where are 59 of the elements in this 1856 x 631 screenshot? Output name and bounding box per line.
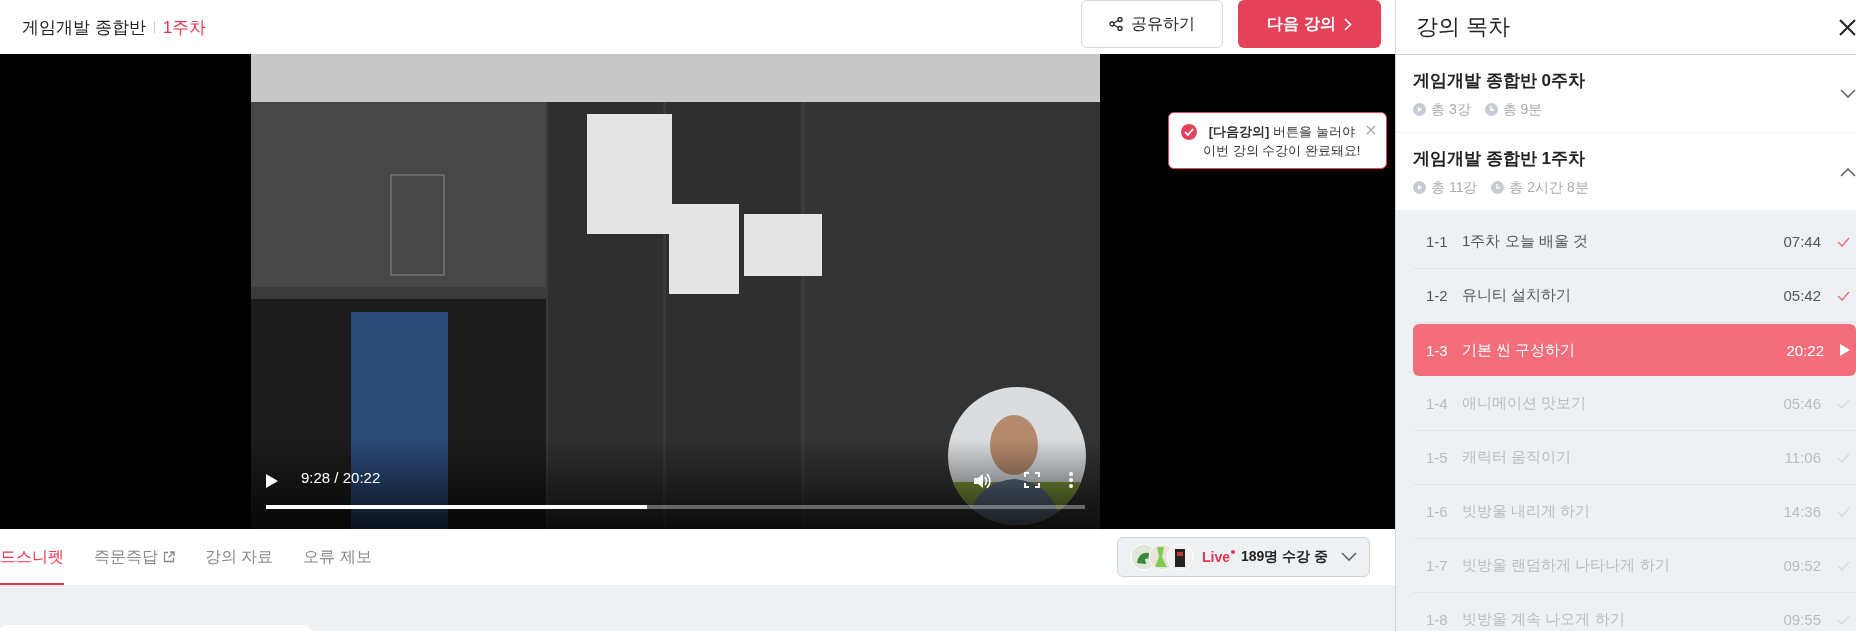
play-icon (1840, 344, 1850, 356)
tab[interactable]: 즉문즉답 (94, 529, 175, 585)
lecture-number: 1-2 (1426, 287, 1449, 304)
viewer-count: 189명 수강 중 (1241, 548, 1329, 566)
play-circle-icon (1413, 103, 1426, 116)
lecture-duration: 20:22 (1786, 341, 1824, 359)
total-duration: 총 9분 (1484, 100, 1543, 119)
live-viewers-button[interactable]: Live 189명 수강 중 (1117, 537, 1370, 577)
lecture-number: 1-8 (1426, 611, 1449, 628)
lecture-title: 캐릭터 움직이기 (1462, 448, 1573, 467)
lecture-count: 총 11강 (1413, 178, 1478, 197)
close-icon[interactable] (1839, 18, 1856, 36)
clock-icon (1484, 103, 1498, 116)
lecture-number: 1-7 (1426, 557, 1449, 574)
avatar-group-icon (1130, 543, 1196, 571)
chevron-up-icon (1840, 166, 1856, 177)
lecture-item[interactable]: 1-3 기본 씬 구성하기 20:22 (1413, 324, 1856, 376)
lecture-duration: 05:42 (1783, 287, 1821, 304)
chevron-right-icon (1343, 17, 1352, 31)
tooltip-text: [다음강의] 버튼을 눌러야 이번 강의 수강이 완료돼요! (1203, 123, 1361, 160)
lecture-duration: 14:36 (1783, 503, 1821, 520)
chevron-down-icon (1840, 88, 1856, 99)
section-header[interactable]: 게임개발 종합반 0주차 총 3강 총 9분 (1396, 55, 1856, 133)
lecture-duration: 09:52 (1783, 557, 1821, 574)
lecture-title: 빗방울 계속 나오게 하기 (1462, 610, 1626, 629)
week-label: 1주차 (162, 16, 207, 39)
lecture-title: 기본 씬 구성하기 (1462, 340, 1577, 360)
lecture-title: 빗방울 랜덤하게 나타나게 하기 (1462, 556, 1671, 575)
lecture-title: 유니티 설치하기 (1462, 286, 1573, 305)
next-lecture-button[interactable]: 다음 강의 (1238, 0, 1381, 48)
clock-icon (1491, 181, 1505, 194)
lecture-number: 1-4 (1426, 395, 1449, 412)
lecture-number: 1-6 (1426, 503, 1449, 520)
lecture-item[interactable]: 1-2 유니티 설치하기 05:42 (1413, 269, 1856, 323)
section-title: 게임개발 종합반 1주차 (1413, 147, 1586, 170)
tab[interactable]: 오류 제보 (303, 529, 372, 585)
total-duration: 총 2시간 8분 (1491, 178, 1589, 197)
lecture-number: 1-3 (1426, 341, 1449, 359)
lecture-duration: 07:44 (1783, 233, 1821, 250)
lecture-number: 1-1 (1426, 233, 1449, 250)
lecture-item[interactable]: 1-1 1주차 오늘 배울 것 07:44 (1413, 215, 1856, 269)
sidebar-title: 강의 목차 (1416, 13, 1511, 41)
lecture-title: 빗방울 내리게 하기 (1462, 502, 1592, 521)
lecture-title: 애니메이션 맛보기 (1462, 394, 1588, 413)
lecture-duration: 05:46 (1783, 395, 1821, 412)
chevron-down-icon (1341, 552, 1357, 562)
share-icon (1109, 17, 1123, 31)
course-title: 게임개발 종합반 (22, 16, 146, 39)
tab[interactable]: 강의 자료 (205, 529, 274, 585)
lecture-duration: 09:55 (1783, 611, 1821, 628)
share-button[interactable]: 공유하기 (1081, 0, 1223, 48)
lecture-duration: 11:06 (1784, 449, 1821, 466)
lecture-title: 1주차 오늘 배울 것 (1462, 232, 1589, 251)
lecture-count: 총 3강 (1413, 100, 1471, 119)
check-circle-icon (1181, 124, 1197, 140)
play-circle-icon (1413, 181, 1426, 194)
lecture-number: 1-5 (1426, 449, 1449, 466)
section-title: 게임개발 종합반 0주차 (1413, 69, 1585, 92)
live-badge: Live (1202, 549, 1235, 565)
